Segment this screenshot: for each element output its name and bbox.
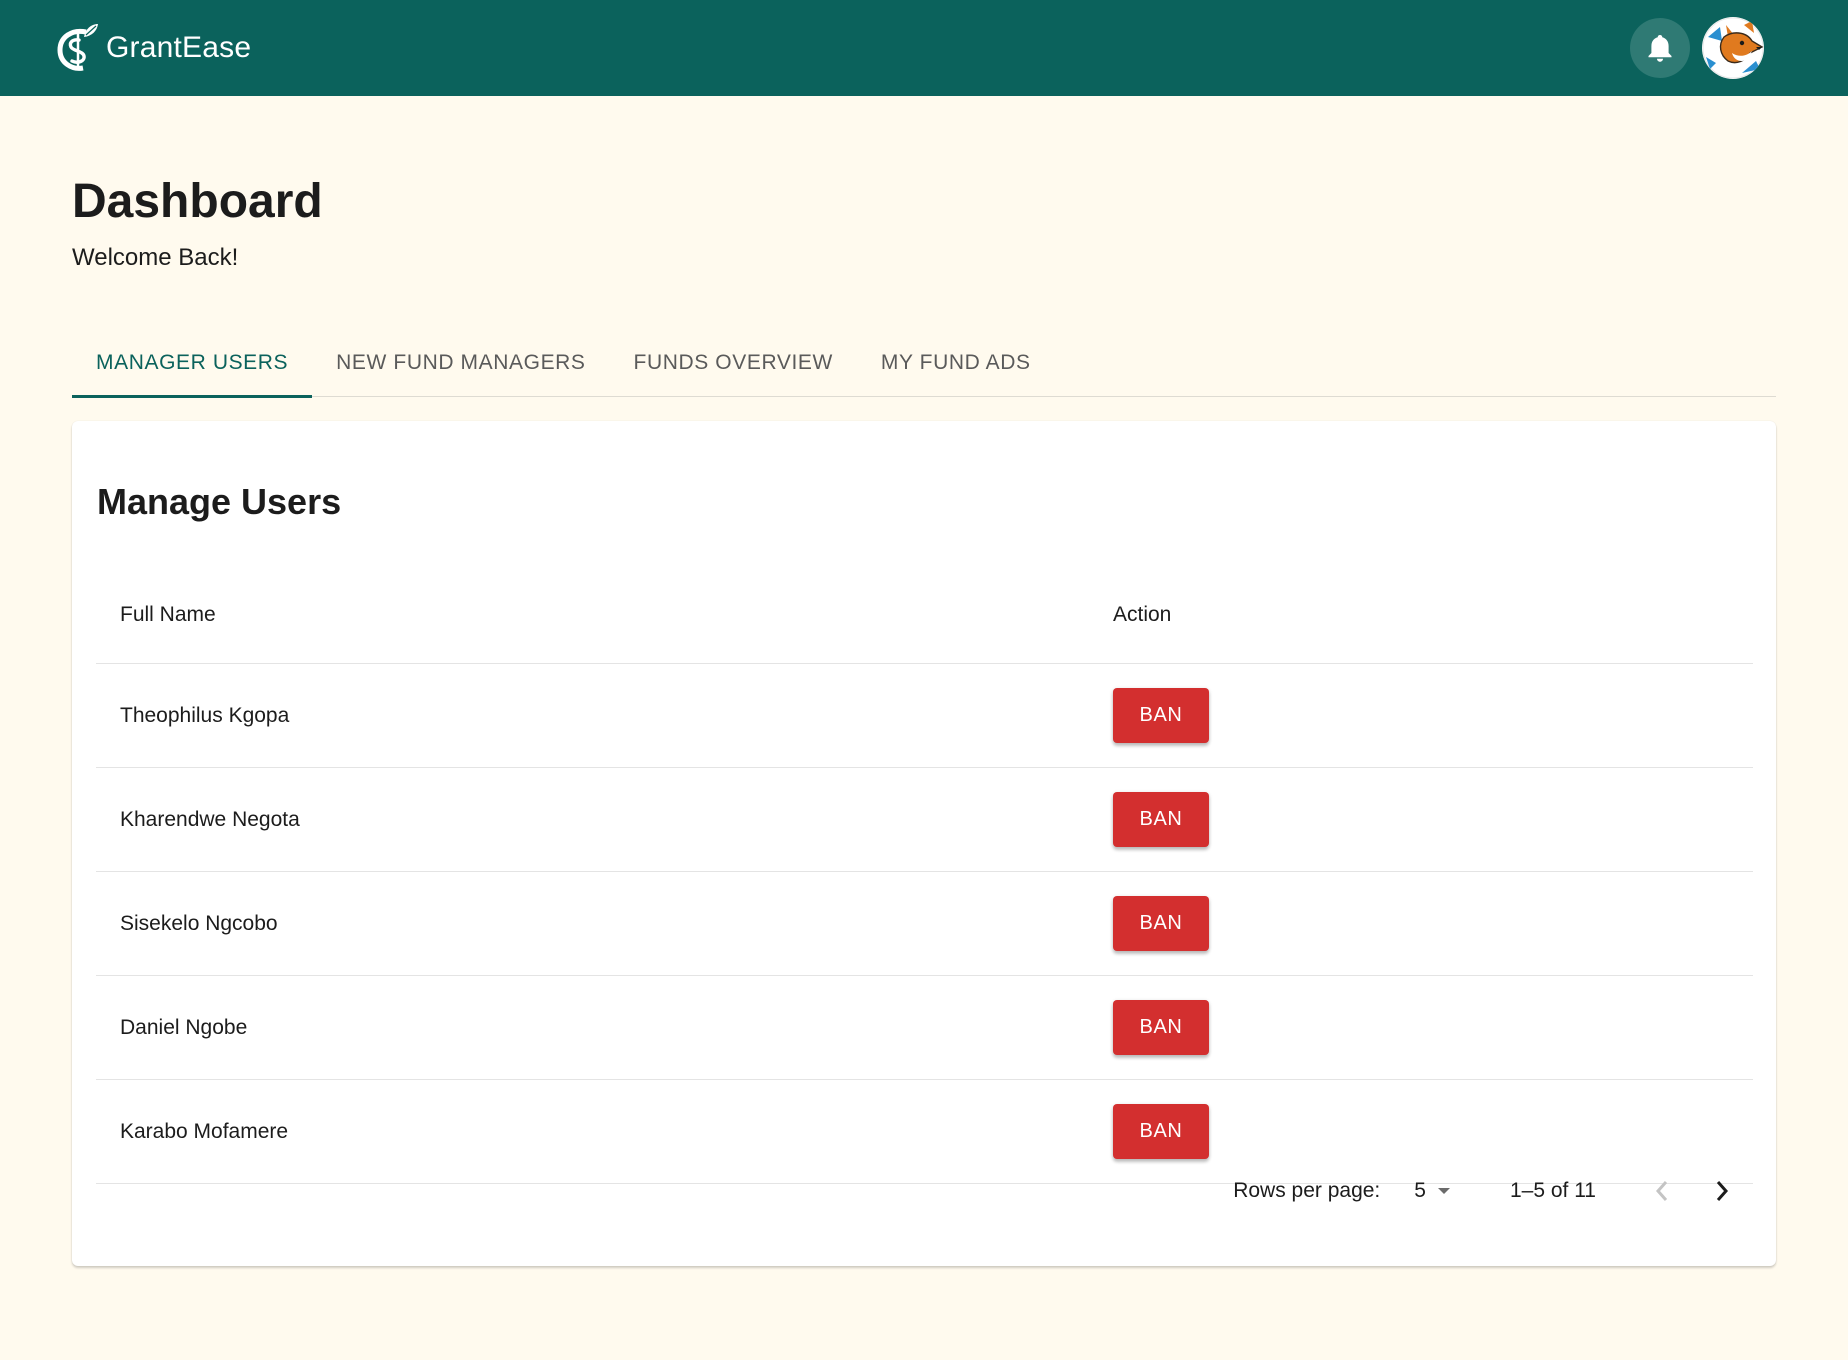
user-full-name: Daniel Ngobe [120, 1015, 248, 1039]
pagination-range: 1–5 of 11 [1509, 1179, 1596, 1202]
page-subtitle: Welcome Back! [72, 244, 239, 271]
user-avatar[interactable] [1702, 17, 1764, 79]
appbar-actions [1630, 17, 1764, 79]
chevron-left-icon [1655, 1181, 1668, 1201]
ban-button[interactable]: BAN [1113, 896, 1209, 951]
ban-button[interactable]: BAN [1113, 1104, 1209, 1159]
dashboard-tabs: MANAGER USERS NEW FUND MANAGERS FUNDS OV… [72, 330, 1776, 398]
top-app-bar: GrantEase [0, 0, 1848, 96]
bell-icon [1648, 35, 1672, 62]
action-cell: BAN [1113, 1000, 1753, 1055]
next-page-button[interactable] [1692, 1161, 1752, 1221]
column-header-full-name: Full Name [120, 602, 216, 626]
table-row: Sisekelo Ngcobo BAN [96, 872, 1753, 976]
chevron-right-icon [1716, 1181, 1729, 1201]
tab-funds-overview[interactable]: FUNDS OVERVIEW [610, 330, 857, 396]
table-row: Daniel Ngobe BAN [96, 976, 1753, 1080]
fox-avatar [1702, 17, 1764, 79]
ban-button[interactable]: BAN [1113, 1000, 1209, 1055]
tab-my-fund-ads[interactable]: MY FUND ADS [857, 330, 1055, 396]
rows-per-page-select[interactable]: 5 [1414, 1179, 1452, 1203]
table-row: Kharendwe Negota BAN [96, 768, 1753, 872]
tab-manager-users[interactable]: MANAGER USERS [72, 330, 313, 398]
table-header-row: Full Name Action [96, 566, 1753, 664]
page-title: Dashboard [72, 175, 323, 228]
user-full-name: Theophilus Kgopa [120, 703, 290, 727]
user-full-name: Sisekelo Ngcobo [120, 911, 278, 935]
card-title: Manage Users [97, 481, 342, 522]
table-row: Theophilus Kgopa BAN [96, 664, 1753, 768]
action-cell: BAN [1113, 688, 1753, 743]
tab-new-fund-managers[interactable]: NEW FUND MANAGERS [312, 330, 609, 396]
notifications-button[interactable] [1630, 18, 1690, 78]
ban-button[interactable]: BAN [1113, 688, 1209, 743]
action-cell: BAN [1113, 896, 1753, 951]
app-name: GrantEase [106, 31, 252, 64]
previous-page-button[interactable] [1632, 1161, 1692, 1221]
column-header-action: Action [1113, 602, 1172, 626]
rows-per-page-value: 5 [1414, 1179, 1426, 1202]
manage-users-card: Manage Users Full Name Action Theophilus… [72, 421, 1776, 1266]
user-full-name: Kharendwe Negota [120, 807, 300, 831]
table-pagination: Rows per page: 5 1–5 of 11 [1233, 1161, 1752, 1221]
rows-per-page-label: Rows per page: [1233, 1179, 1381, 1202]
action-cell: BAN [1113, 792, 1753, 847]
action-cell: BAN [1113, 1104, 1753, 1159]
brand[interactable]: GrantEase [56, 23, 251, 73]
users-table: Full Name Action Theophilus Kgopa BAN Kh… [96, 566, 1753, 1184]
dollar-leaf-icon [57, 24, 98, 71]
user-full-name: Karabo Mofamere [120, 1119, 289, 1143]
ban-button[interactable]: BAN [1113, 792, 1209, 847]
caret-down-icon [1437, 1188, 1450, 1194]
